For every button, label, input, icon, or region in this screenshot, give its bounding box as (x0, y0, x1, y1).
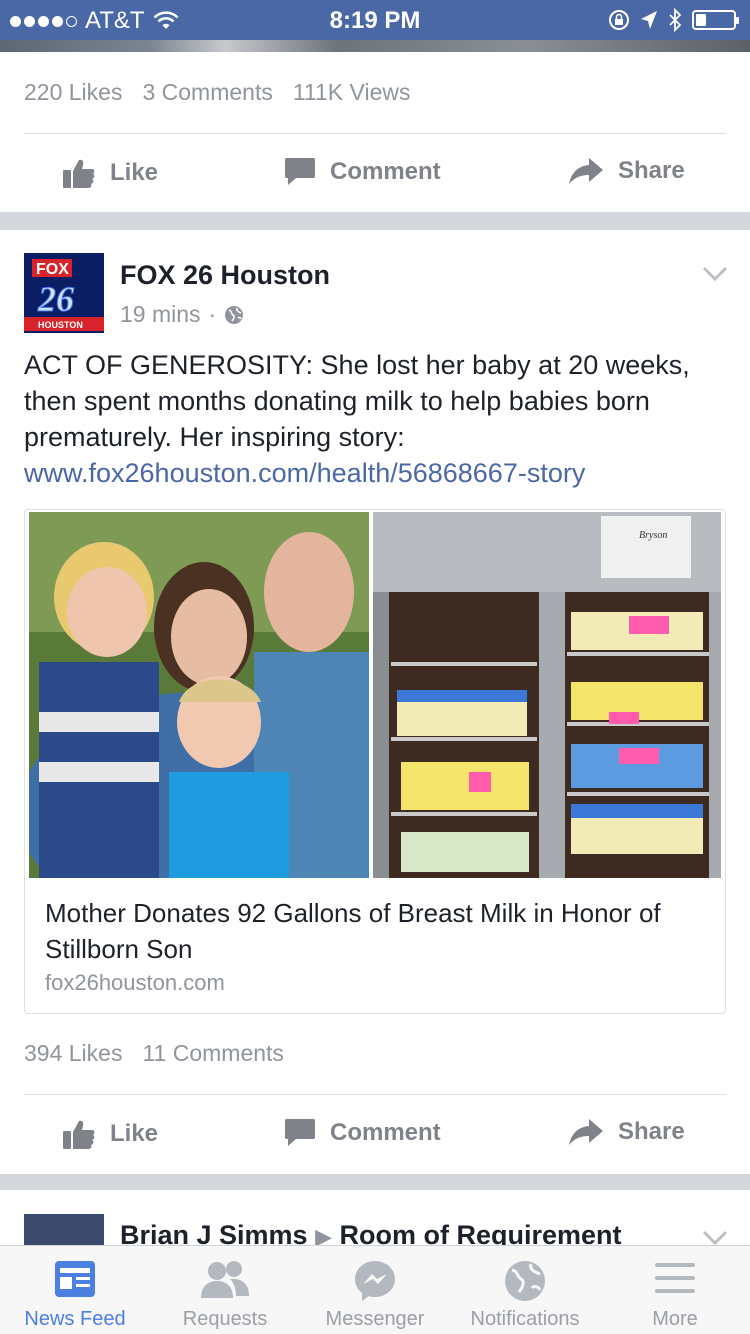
thumbs-up-icon (63, 1120, 95, 1149)
post-options-chevron[interactable] (702, 266, 728, 287)
likes-count[interactable]: 394 Likes (24, 1040, 122, 1067)
post-link-url[interactable]: www.fox26houston.com/health/56868667-sto… (24, 455, 734, 491)
friends-icon (201, 1261, 249, 1298)
status-bar-right (608, 8, 739, 32)
page-name[interactable]: FOX 26 Houston (120, 260, 330, 291)
comments-count[interactable]: 11 Comments (142, 1040, 283, 1067)
comment-label: Comment (330, 158, 441, 185)
post-counts: 394 Likes 11 Comments (24, 1040, 284, 1067)
rotation-lock-icon (609, 10, 629, 30)
previous-post-image (0, 40, 750, 52)
comment-label: Comment (330, 1119, 441, 1146)
post-actions: Like Comment Share (0, 1104, 750, 1164)
comment-icon (285, 1119, 315, 1146)
like-label: Like (110, 159, 159, 186)
logo-brand: FOX (36, 261, 69, 278)
post-body: ACT OF GENEROSITY: She lost her baby at … (24, 347, 734, 491)
tab-requests[interactable]: Requests (150, 1246, 300, 1334)
comment-button[interactable]: Comment (284, 157, 441, 187)
thumbs-up-icon (63, 159, 95, 188)
share-arrow-icon (569, 158, 603, 184)
link-preview-card[interactable]: Bryson Mother Donates 92 Gallons of Brea… (24, 509, 726, 1014)
chevron-down-icon (702, 266, 728, 282)
post-message: ACT OF GENEROSITY: She lost her baby at … (24, 350, 690, 452)
views-count: 111K Views (292, 79, 411, 105)
menu-icon (655, 1263, 695, 1293)
share-label: Share (618, 157, 685, 184)
meta-separator: · (208, 301, 217, 327)
divider (24, 1094, 726, 1095)
share-button[interactable]: Share (568, 1118, 685, 1146)
tab-messenger[interactable]: Messenger (300, 1246, 450, 1334)
link-domain: fox26houston.com (45, 970, 225, 995)
logo-number: 26 (37, 279, 74, 319)
link-preview-image: Bryson (29, 512, 721, 878)
previous-post-counts: 220 Likes 3 Comments 111K Views (24, 79, 410, 106)
divider (24, 133, 726, 134)
like-button[interactable]: Like (62, 1118, 158, 1150)
globe-icon (505, 1261, 545, 1301)
location-icon (641, 11, 657, 29)
share-button[interactable]: Share (568, 157, 685, 185)
freezer-note-text: Bryson (639, 530, 667, 541)
facebook-news-feed: AT&T 8:19 PM 220 Likes 3 Comments 111K V… (0, 0, 750, 1334)
news-feed-icon (55, 1261, 95, 1297)
bluetooth-icon (669, 8, 682, 32)
page-avatar[interactable]: FOX 26 HOUSTON (24, 253, 104, 333)
bottom-tab-bar: News Feed Requests Messenger Notificatio… (0, 1245, 750, 1334)
like-button[interactable]: Like (62, 157, 158, 189)
previous-post-footer: 220 Likes 3 Comments 111K Views Like Com… (0, 52, 750, 212)
share-label: Share (618, 1118, 685, 1145)
tab-more[interactable]: More (600, 1246, 750, 1334)
share-arrow-icon (569, 1119, 603, 1145)
likes-count[interactable]: 220 Likes (24, 79, 122, 106)
tab-label: More (652, 1308, 698, 1330)
status-bar: AT&T 8:19 PM (0, 0, 750, 40)
link-title[interactable]: Mother Donates 92 Gallons of Breast Milk… (45, 895, 685, 967)
logo-city: HOUSTON (38, 320, 83, 330)
tab-label: Messenger (325, 1308, 425, 1330)
comment-button[interactable]: Comment (284, 1118, 441, 1148)
comments-count[interactable]: 3 Comments (142, 79, 272, 106)
like-label: Like (110, 1120, 159, 1147)
tab-label: Notifications (470, 1308, 580, 1330)
battery-icon (692, 10, 739, 30)
public-globe-icon (225, 305, 244, 324)
tab-label: Requests (182, 1308, 268, 1330)
tab-label: News Feed (24, 1308, 126, 1330)
news-feed-post: FOX 26 HOUSTON FOX 26 Houston 19 mins · … (0, 230, 750, 1174)
messenger-icon (355, 1261, 395, 1301)
tab-notifications[interactable]: Notifications (450, 1246, 600, 1334)
post-meta: 19 mins · (120, 301, 244, 328)
chevron-down-icon (702, 1230, 728, 1246)
next-post-preview: Brian J Simms ▶ Room of Requirement (0, 1190, 750, 1250)
fox26-logo: FOX 26 HOUSTON (24, 253, 104, 333)
comment-icon (285, 158, 315, 185)
tab-news-feed[interactable]: News Feed (0, 1246, 150, 1334)
previous-post-actions: Like Comment Share (0, 143, 750, 203)
post-time[interactable]: 19 mins (120, 301, 201, 328)
